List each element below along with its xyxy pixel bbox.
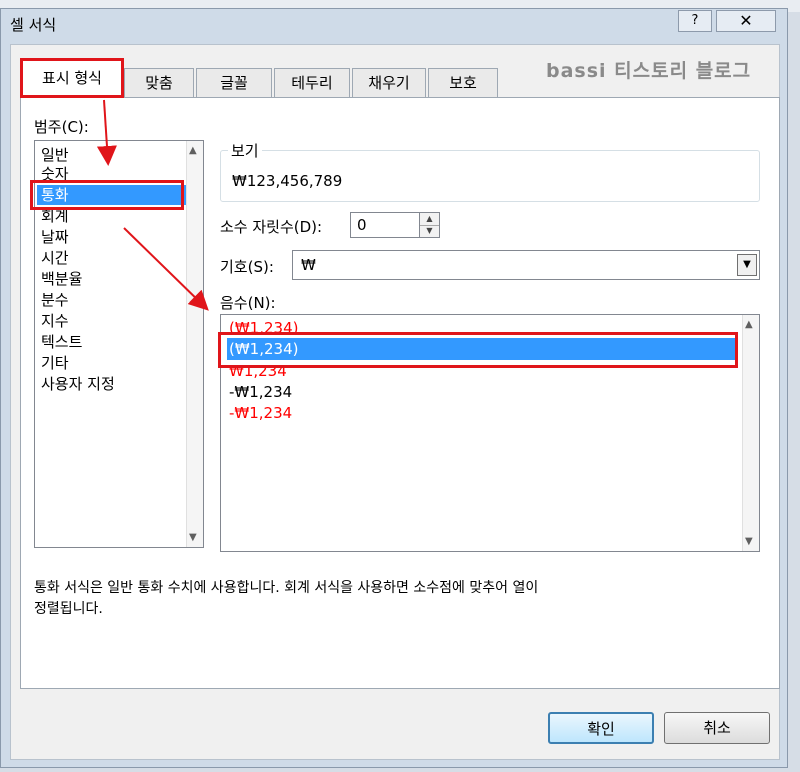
annotation-arrow-2 [123, 227, 209, 311]
annotation-arrow-1 [96, 99, 117, 166]
annotation-arrows [96, 99, 209, 311]
